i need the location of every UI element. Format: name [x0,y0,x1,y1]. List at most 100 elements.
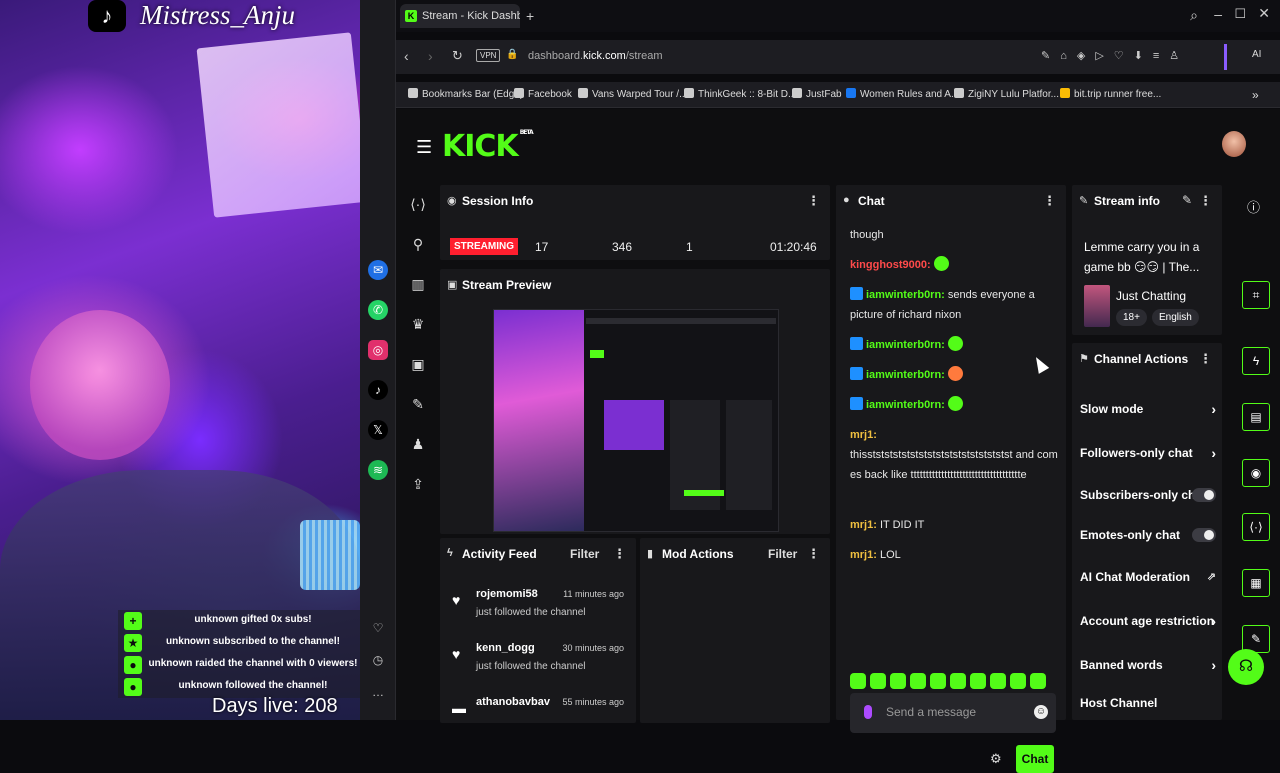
ai-icon[interactable]: A͏I [1252,49,1261,60]
bookmark-item[interactable]: Bookmarks Bar (Edge) [408,88,523,100]
more-menu-icon[interactable]: ⋮ [1199,193,1212,209]
bookmark-item[interactable]: JustFab [792,88,842,100]
messenger-icon[interactable]: ✉ [368,260,388,280]
bookmark-item[interactable]: bit.trip runner free... [1060,88,1161,100]
emote-picker-row[interactable] [850,673,1060,695]
mic-icon[interactable] [864,705,872,719]
bookmark-item[interactable]: Vans Warped Tour /... [578,88,687,100]
emote-icon[interactable] [950,673,966,689]
info-icon[interactable]: ⓘ [1247,197,1260,216]
layout-icon[interactable]: ▦ [1242,569,1270,597]
chat-bubble-icon[interactable]: ◉ [1242,459,1270,487]
emote-icon[interactable] [1010,673,1026,689]
crop-icon[interactable]: ⌗ [1242,281,1270,309]
instagram-icon[interactable]: ◎ [368,340,388,360]
toolbar-icons[interactable]: ✎⌂◈▷♡⬇≡♙ [1041,49,1189,62]
close-icon[interactable]: ✕ [1258,5,1270,22]
wrench-icon[interactable]: ✎ [406,392,430,416]
activity-user[interactable]: kenn_dogg [476,642,535,654]
overlay-name: Mistress_Anju [140,0,295,30]
emote-icon[interactable] [910,673,926,689]
whatsapp-icon[interactable]: ✆ [368,300,388,320]
activity-user[interactable]: athanobavbav [476,696,550,708]
emoji-icon[interactable]: ☺ [1034,705,1048,719]
emote-icon[interactable] [1030,673,1046,689]
help-chat-icon[interactable]: ☊ [1228,649,1264,685]
account-age-row[interactable]: Account age restriction › [1080,609,1222,633]
filter-button[interactable]: Filter [570,547,599,561]
emote-icon[interactable] [890,673,906,689]
banned-words-row[interactable]: Banned words › [1080,653,1222,677]
emote-icon[interactable] [870,673,886,689]
ai-moderation-row[interactable]: AI Chat Moderation ⇗ [1080,565,1222,589]
broadcast-icon[interactable]: ⟨·⟩ [1242,513,1270,541]
stream-preview-video[interactable] [493,309,779,532]
search-icon[interactable]: ⌕ [1190,7,1198,24]
x-icon[interactable]: 𝕏 [368,420,388,440]
spotify-icon[interactable]: ≋ [368,460,388,480]
vpn-badge[interactable]: VPN [476,49,501,62]
followers-only-row[interactable]: Followers-only chat › [1080,441,1222,465]
bookmark-item[interactable]: ThinkGeek :: 8-Bit D... [684,88,796,100]
url-field[interactable]: VPN 🔒 dashboard.kick.com/stream [476,44,1036,70]
category-name[interactable]: Just Chatting [1116,289,1186,303]
more-menu-icon[interactable]: ⋮ [807,546,820,562]
panel-title: Stream Preview [462,278,552,292]
reload-icon[interactable]: ↻ [452,48,463,64]
bookmark-item[interactable]: ZigiNY Lulu Platfor... [954,88,1059,100]
emotes-only-toggle[interactable] [1192,528,1216,542]
more-menu-icon[interactable]: ⋮ [613,546,626,562]
upload-icon[interactable]: ⇪ [406,472,430,496]
bolt-icon[interactable]: ϟ [1242,347,1270,375]
stream-icon[interactable]: ⟨·⟩ [406,192,430,216]
more-menu-icon[interactable]: ⋮ [807,193,820,209]
slow-mode-row[interactable]: Slow mode › [1080,397,1222,421]
history-icon[interactable]: ◷ [368,650,388,670]
chat-send-button[interactable]: Chat [1016,745,1054,773]
chat-username[interactable]: iamwinterb0rn: [866,399,945,411]
chat-username[interactable]: iamwinterb0rn: [866,289,945,301]
emote-icon[interactable] [970,673,986,689]
chat-input[interactable]: Send a message ☺ [850,693,1056,733]
edit-icon[interactable]: ✎ [1182,193,1192,207]
star-icon: ★ [124,634,142,652]
more-icon[interactable]: … [368,682,388,702]
emote-icon[interactable] [990,673,1006,689]
document-icon[interactable]: ▤ [1242,403,1270,431]
avatar[interactable] [1222,131,1246,157]
bookmark-item[interactable]: Facebook [514,88,572,100]
back-icon[interactable]: ‹ [404,48,409,64]
filter-button[interactable]: Filter [768,547,797,561]
bookmark-item[interactable]: Women Rules and A... [846,88,959,100]
minimize-icon[interactable]: – [1214,6,1222,22]
chat-username[interactable]: kingghost9000: [850,259,931,271]
new-tab-icon[interactable]: + [526,8,534,24]
more-menu-icon[interactable]: ⋮ [1199,351,1212,367]
forward-icon[interactable]: › [428,48,433,64]
heart-icon[interactable]: ♡ [368,618,388,638]
tiktok-sidebar-icon[interactable]: ♪ [368,380,388,400]
chat-username[interactable]: mrj1: [850,549,877,561]
host-channel-row[interactable]: Host Channel [1080,691,1222,715]
trophy-icon[interactable]: ♛ [406,312,430,336]
maximize-icon[interactable]: ☐ [1234,6,1246,22]
chat-username[interactable]: iamwinterb0rn: [866,339,945,351]
community-icon[interactable]: ♟ [406,432,430,456]
menu-icon[interactable]: ☰ [416,137,432,158]
activity-user[interactable]: rojemomi58 [476,588,538,600]
emote-icon[interactable] [850,673,866,689]
bookmarks-overflow-icon[interactable]: » [1252,88,1259,102]
chart-icon[interactable]: ▥ [406,272,430,296]
subscribers-only-toggle[interactable] [1192,488,1216,502]
chat-username[interactable]: iamwinterb0rn: [866,369,945,381]
more-menu-icon[interactable]: ⋮ [1043,193,1056,209]
gear-icon[interactable]: ⚙ [990,751,1002,767]
link-icon[interactable]: ⚲ [406,232,430,256]
video-icon[interactable]: ▣ [406,352,430,376]
active-tab[interactable]: K Stream - Kick Dashbo [400,4,520,28]
emote-icon[interactable] [930,673,946,689]
extension-icon[interactable] [1224,44,1242,70]
chat-username[interactable]: mrj1: [850,519,877,531]
kick-logo[interactable]: KICK BETA [442,129,534,164]
chat-username[interactable]: mrj1: [850,429,877,441]
